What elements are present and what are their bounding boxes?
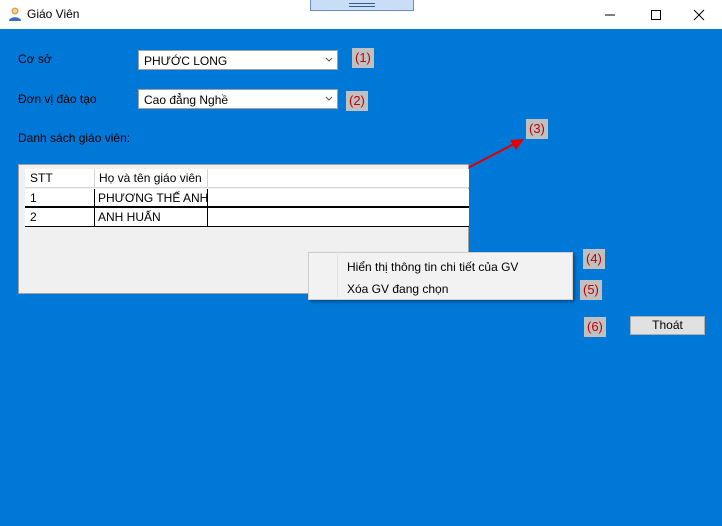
close-icon bbox=[693, 9, 705, 21]
don-vi-value: Cao đẳng Nghề bbox=[144, 93, 229, 107]
row-stt: 1 bbox=[30, 191, 37, 205]
table-row[interactable]: 1 PHƯƠNG THẾ ANH bbox=[25, 189, 469, 208]
annotation-2: (2) bbox=[346, 91, 368, 111]
user-icon bbox=[9, 7, 21, 21]
annotation-4: (4) bbox=[583, 249, 605, 269]
co-so-dropdown[interactable]: PHƯỚC LONG bbox=[138, 50, 338, 70]
maximize-icon bbox=[651, 10, 661, 20]
drag-handle[interactable] bbox=[310, 0, 414, 11]
minimize-button[interactable] bbox=[587, 0, 633, 29]
minimize-icon bbox=[605, 14, 615, 16]
column-header-stt: STT bbox=[30, 171, 53, 185]
co-so-label: Cơ sở bbox=[18, 52, 52, 66]
exit-button[interactable]: Thoát bbox=[630, 316, 705, 335]
annotation-1: (1) bbox=[352, 48, 374, 68]
chevron-down-icon bbox=[325, 57, 333, 62]
menu-item-show-details[interactable]: Hiển thị thông tin chi tiết của GV bbox=[310, 256, 572, 278]
chevron-down-icon bbox=[325, 96, 333, 101]
context-menu: Hiển thị thông tin chi tiết của GV Xóa G… bbox=[308, 252, 573, 300]
table-row[interactable]: 2 ANH HUẤN bbox=[25, 208, 469, 227]
title-bar: Giáo Viên bbox=[0, 0, 722, 29]
close-button[interactable] bbox=[676, 0, 722, 29]
row-stt: 2 bbox=[30, 210, 37, 224]
maximize-button[interactable] bbox=[633, 0, 679, 29]
annotation-6: (6) bbox=[584, 317, 606, 337]
don-vi-label: Đơn vị đào tạo bbox=[18, 92, 97, 106]
window-title: Giáo Viên bbox=[27, 7, 80, 21]
row-name: PHƯƠNG THẾ ANH bbox=[98, 191, 209, 205]
row-name: ANH HUẤN bbox=[98, 210, 161, 224]
menu-item-label: Hiển thị thông tin chi tiết của GV bbox=[347, 260, 519, 274]
don-vi-dropdown[interactable]: Cao đẳng Nghề bbox=[138, 89, 338, 109]
annotation-5: (5) bbox=[580, 280, 602, 300]
menu-item-delete[interactable]: Xóa GV đang chọn bbox=[310, 278, 572, 300]
list-label: Danh sách giáo viên: bbox=[18, 131, 131, 145]
table-header: STT Họ và tên giáo viên bbox=[25, 169, 469, 188]
co-so-value: PHƯỚC LONG bbox=[144, 54, 228, 68]
menu-item-label: Xóa GV đang chọn bbox=[347, 282, 449, 296]
column-header-name: Họ và tên giáo viên bbox=[99, 171, 202, 185]
